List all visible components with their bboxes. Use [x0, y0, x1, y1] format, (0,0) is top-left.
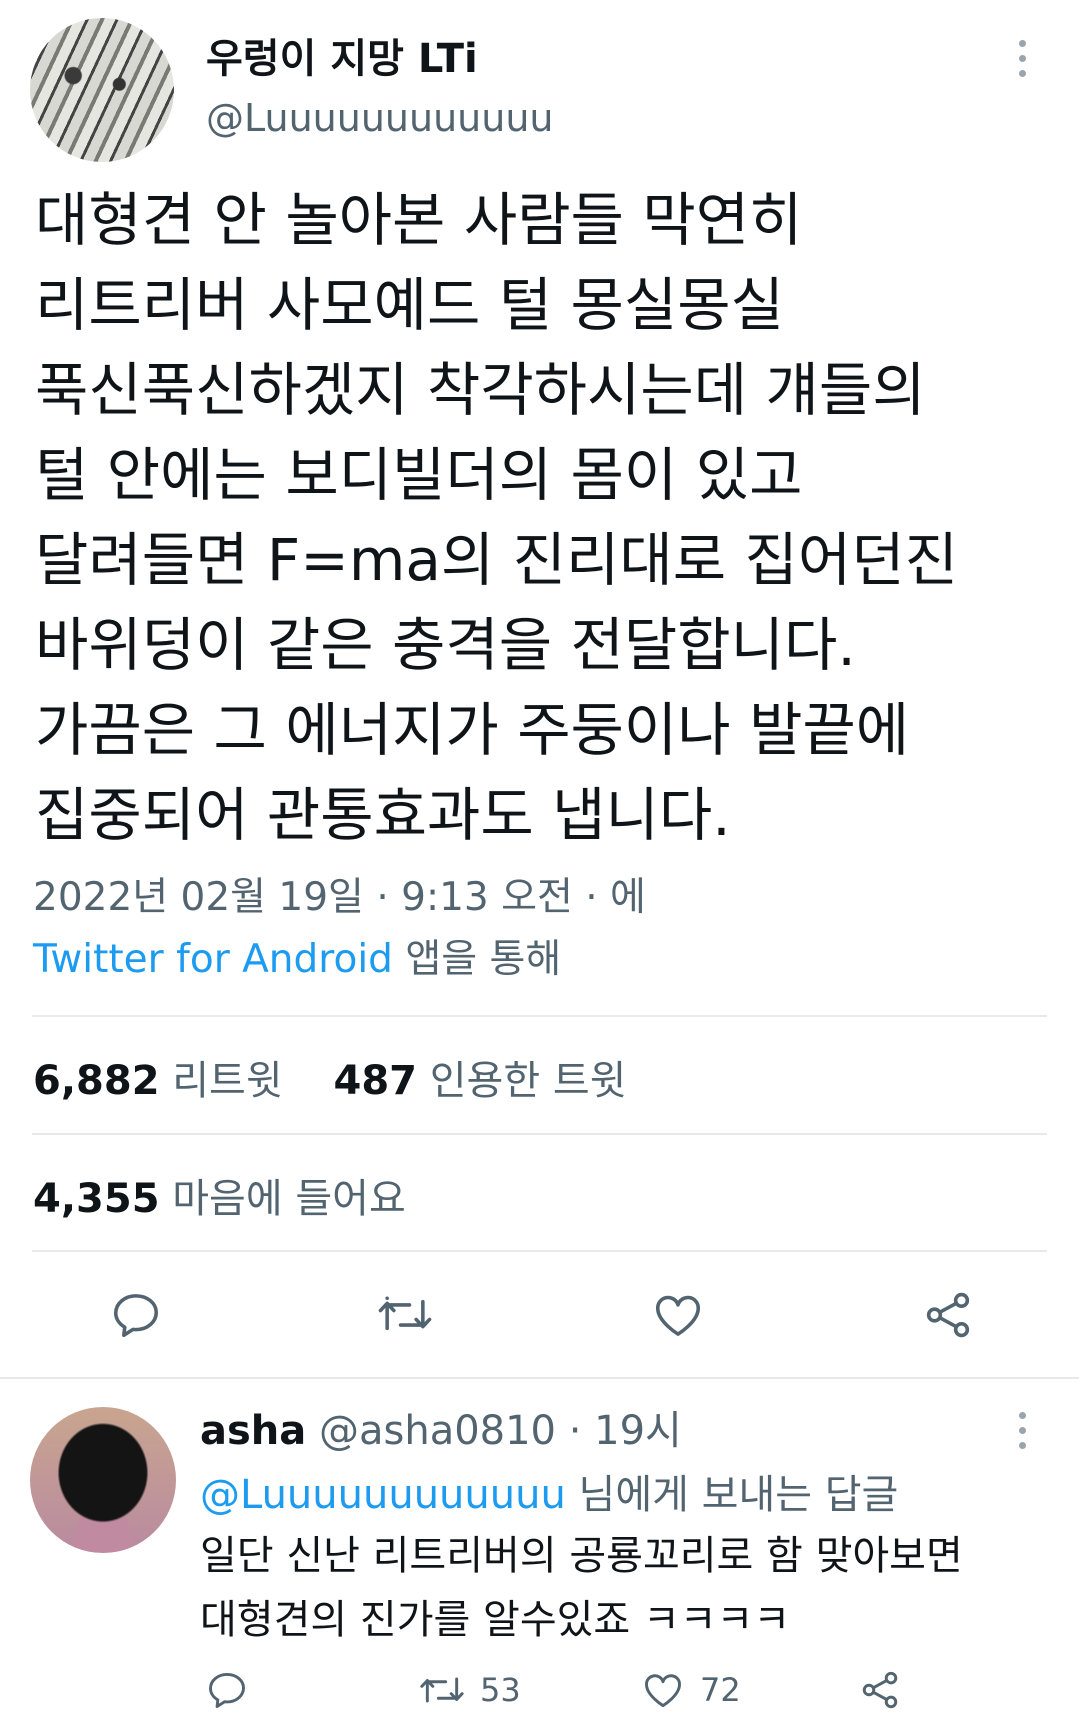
- author-handle[interactable]: @Luuuuuuuuuuuu: [206, 96, 554, 140]
- reply-icon: [209, 1672, 245, 1708]
- divider: [32, 1250, 1047, 1252]
- tweet-source: Twitter for Android 앱을 통해: [33, 928, 561, 984]
- source-link[interactable]: Twitter for Android: [33, 937, 393, 982]
- retweet-icon: [378, 1296, 432, 1331]
- reply-reply-button[interactable]: [205, 1668, 249, 1712]
- retweets-stat[interactable]: 6,882 리트윗: [33, 1058, 283, 1104]
- likes-stat[interactable]: 4,355 마음에 들어요: [33, 1176, 406, 1222]
- tweet-timestamp[interactable]: 2022년 02월 19일 · 9:13 오전 · 에: [33, 866, 646, 922]
- reply-author-handle[interactable]: @asha0810 · 19시: [306, 1408, 682, 1454]
- tweet-line: 대형견 안 놀아본 사람들 막연히: [35, 186, 803, 254]
- retweet-button[interactable]: [375, 1285, 435, 1345]
- reply-author-name[interactable]: asha: [200, 1408, 306, 1454]
- tweet-line: 달려들면 F=ma의 진리대로 집어던진: [35, 526, 958, 594]
- author-avatar[interactable]: [30, 18, 174, 162]
- tweet-separator: [0, 1377, 1079, 1379]
- reply-like-count: 72: [700, 1671, 741, 1709]
- tweet-line: 집중되어 관통효과도 냅니다.: [35, 781, 731, 849]
- retweets-count: 6,882: [33, 1058, 160, 1104]
- divider: [32, 1133, 1047, 1135]
- tweet-line: 푹신푹신하겠지 착각하시는데 걔들의: [35, 356, 926, 424]
- retweet-icon: [420, 1677, 464, 1703]
- share-icon: [926, 1292, 970, 1338]
- reply-retweet-count: 53: [480, 1671, 521, 1709]
- reply-mention-suffix: 님에게 보내는 답글: [565, 1472, 899, 1518]
- replying-to: @Luuuuuuuuuuuu 님에게 보내는 답글: [200, 1462, 898, 1520]
- like-button[interactable]: [648, 1285, 708, 1345]
- likes-stats: 4,355 마음에 들어요: [33, 1166, 406, 1224]
- tweet-line: 바위덩이 같은 충격을 전달합니다.: [35, 611, 856, 679]
- tweet-line: 털 안에는 보디빌더의 몸이 있고: [35, 441, 803, 509]
- divider: [32, 1015, 1047, 1017]
- tweet-line: 리트리버 사모예드 털 몽실몽실: [35, 271, 784, 339]
- heart-icon: [645, 1674, 681, 1708]
- quotes-stat[interactable]: 487 인용한 트윗: [334, 1058, 627, 1104]
- quotes-label: 인용한 트윗: [417, 1058, 627, 1104]
- reply-share-button[interactable]: [858, 1668, 902, 1712]
- reply-author-avatar[interactable]: [30, 1407, 176, 1553]
- tweet-line: 가끔은 그 에너지가 주둥이나 발끝에: [35, 696, 910, 764]
- more-vertical-icon[interactable]: [1016, 40, 1028, 77]
- more-vertical-icon[interactable]: [1016, 1412, 1028, 1449]
- reply-button[interactable]: [106, 1285, 166, 1345]
- share-icon: [862, 1671, 898, 1709]
- reply-text: 일단 신난 리트리버의 공룡꼬리로 함 맞아보면 대형견의 진가를 알수있죠 ㅋ…: [200, 1524, 963, 1652]
- reply-retweet-button[interactable]: 53: [418, 1668, 521, 1712]
- quotes-count: 487: [333, 1058, 418, 1104]
- source-suffix: 앱을 통해: [392, 937, 562, 982]
- likes-count: 4,355: [33, 1176, 160, 1222]
- reply-line: 일단 신난 리트리버의 공룡꼬리로 함 맞아보면: [200, 1533, 963, 1579]
- retweets-label: 리트윗: [159, 1058, 283, 1104]
- likes-label: 마음에 들어요: [159, 1176, 406, 1222]
- share-button[interactable]: [918, 1285, 978, 1345]
- reply-mention[interactable]: @Luuuuuuuuuuuu: [200, 1472, 566, 1518]
- reply-header: asha @asha0810 · 19시: [200, 1398, 682, 1456]
- tweet-text: 대형견 안 놀아본 사람들 막연히 리트리버 사모예드 털 몽실몽실 푹신푹신하…: [35, 178, 1045, 858]
- reply-like-button[interactable]: 72: [640, 1668, 741, 1712]
- retweet-quote-stats: 6,882 리트윗 487 인용한 트윗: [33, 1048, 626, 1106]
- reply-line: 대형견의 진가를 알수있죠 ㅋㅋㅋㅋ: [200, 1597, 791, 1643]
- author-name[interactable]: 우렁이 지망 LTi: [206, 26, 478, 84]
- heart-icon: [655, 1295, 701, 1336]
- reply-icon: [113, 1294, 159, 1338]
